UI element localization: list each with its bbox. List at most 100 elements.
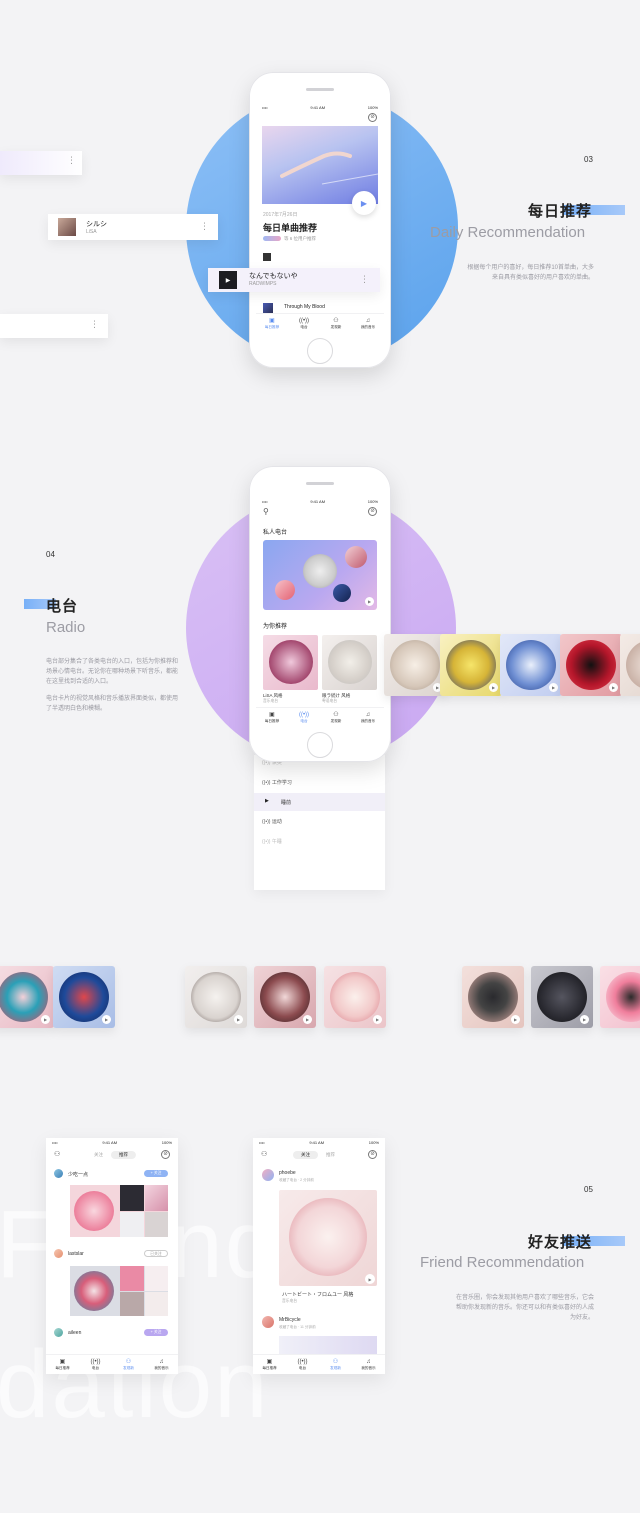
radio-tile[interactable]: ▶ (440, 634, 502, 696)
home-button[interactable] (307, 338, 333, 364)
radio-list-item[interactable]: ((•)) 午睡 (262, 838, 282, 845)
radio-card[interactable] (322, 635, 377, 690)
tab-my-music[interactable]: ♫ 我的音乐 (352, 314, 384, 333)
avatar[interactable] (262, 1316, 274, 1328)
play-button[interactable]: ▶ (609, 683, 618, 692)
play-button[interactable]: ▶ (303, 1015, 312, 1024)
radio-tile[interactable]: ▶ (53, 966, 115, 1028)
tab-label: 每日推荐 (55, 1365, 70, 1370)
tab-label: 电台 (91, 1365, 100, 1370)
tab-radio[interactable]: ((•)) 电台 (288, 314, 320, 333)
segment-recommend[interactable]: 推荐 (111, 1151, 136, 1159)
radio-card[interactable] (263, 635, 318, 690)
tab-radio[interactable]: ((•)) 电台 (79, 1355, 112, 1374)
album-cover (120, 1212, 144, 1237)
radio-list-label: 工作学习 (271, 780, 292, 786)
play-button[interactable]: ▶ (102, 1015, 111, 1024)
follow-button[interactable]: + 关注 (144, 1170, 168, 1177)
segment-control: 关注 推荐 (86, 1151, 136, 1159)
radio-tile[interactable] (620, 634, 640, 696)
tab-discover[interactable]: ⚇ 发现新 (320, 708, 352, 727)
tab-my-music[interactable]: ♫ 我的音乐 (145, 1355, 178, 1374)
battery-level: 100% (161, 1139, 172, 1145)
avatar[interactable] (262, 1169, 274, 1181)
following-button[interactable]: 已关注 (144, 1250, 168, 1257)
segment-follow[interactable]: 关注 (86, 1151, 111, 1159)
album-grid[interactable] (70, 1185, 168, 1237)
add-friend-icon[interactable]: ⚇ (261, 1150, 267, 1158)
play-button[interactable]: ▶ (234, 1015, 243, 1024)
status-bar: •••• 9:41 AM 100% (253, 1138, 385, 1146)
album-grid[interactable] (70, 1266, 168, 1316)
radio-tile[interactable]: ▶ (384, 634, 446, 696)
play-button[interactable]: ▶ (489, 683, 498, 692)
radio-tile[interactable]: ▶ (254, 966, 316, 1028)
play-button[interactable]: ▶ (580, 1015, 589, 1024)
home-button[interactable] (307, 732, 333, 758)
play-button[interactable]: ▶ (373, 1015, 382, 1024)
radio-tile[interactable]: ▶ (560, 634, 622, 696)
radio-tile[interactable]: ▶ (462, 966, 524, 1028)
avatar[interactable] (54, 1249, 63, 1258)
more-icon[interactable]: ⋮ (67, 156, 76, 165)
play-button[interactable]: ▶ (41, 1015, 50, 1024)
tab-discover[interactable]: ⚇ 发现新 (319, 1355, 352, 1374)
tab-daily[interactable]: ▣ 每日推荐 (256, 314, 288, 333)
tab-daily[interactable]: ▣ 每日推荐 (46, 1355, 79, 1374)
tab-daily[interactable]: ▣ 每日推荐 (253, 1355, 286, 1374)
album-cover (263, 253, 271, 261)
radio-list-item[interactable]: ((•)) 工作学习 (262, 779, 292, 786)
follow-button[interactable]: + 关注 (144, 1329, 168, 1336)
compass-icon[interactable]: ⊘ (161, 1150, 170, 1159)
play-button[interactable]: ▶ (365, 597, 374, 606)
compass-icon[interactable]: ⊘ (368, 507, 377, 516)
status-time: 9:41 AM (102, 1139, 118, 1145)
radio-tile[interactable]: ▶ (324, 966, 386, 1028)
tab-radio[interactable]: ((•)) 电台 (288, 708, 320, 727)
search-icon[interactable]: ⚲ (263, 507, 269, 516)
radio-tile[interactable]: ▶ (0, 966, 54, 1028)
floating-track-card[interactable]: シルシ LiSA ⋮ (48, 214, 218, 240)
album-cover (263, 303, 273, 313)
album-cover (145, 1212, 168, 1237)
floating-track-card-playing[interactable]: ▶ なんでもないや RADWIMPS ⋮ (208, 268, 380, 292)
more-icon[interactable]: ⋮ (90, 320, 99, 329)
compass-icon[interactable]: ⊘ (368, 113, 377, 122)
tab-my-music[interactable]: ♫ 我的音乐 (352, 1355, 385, 1374)
tab-my-music[interactable]: ♫ 我的音乐 (352, 708, 384, 727)
avatar[interactable] (54, 1328, 63, 1337)
tab-discover[interactable]: ⚇ 发现新 (320, 314, 352, 333)
tab-daily[interactable]: ▣ 每日推荐 (256, 708, 288, 727)
radio-list-item[interactable]: ((•)) 运动 (262, 818, 282, 825)
segment-recommend[interactable]: 推荐 (318, 1151, 343, 1159)
private-fm-banner[interactable]: ▶ (263, 540, 377, 610)
avatar[interactable] (54, 1169, 63, 1178)
daily-date: 2017年7月26日 (263, 212, 298, 218)
radio-tile[interactable]: ▶ (531, 966, 593, 1028)
status-bar: •••• 9:41 AM 100% (46, 1138, 178, 1146)
music-note-icon: ♫ (365, 317, 371, 324)
more-icon[interactable]: ⋮ (360, 275, 369, 284)
add-friend-icon[interactable]: ⚇ (54, 1150, 60, 1158)
radio-icon: ((•)) (262, 780, 272, 786)
play-icon[interactable]: ▶ (219, 271, 237, 289)
radio-card-sub: 粤语电台 (322, 699, 338, 703)
tab-radio[interactable]: ((•)) 电台 (286, 1355, 319, 1374)
section-number: 04 (46, 550, 55, 559)
segment-follow[interactable]: 关注 (293, 1151, 318, 1159)
radio-tile[interactable]: ▶ (500, 634, 562, 696)
tab-discover[interactable]: ⚇ 发现新 (112, 1355, 145, 1374)
radio-card[interactable] (279, 1336, 377, 1356)
more-icon[interactable]: ⋮ (200, 222, 209, 231)
play-button[interactable]: ▶ (511, 1015, 520, 1024)
radio-tile[interactable] (600, 966, 640, 1028)
radio-card[interactable]: ▶ (279, 1190, 377, 1286)
play-button[interactable]: ▶ (549, 683, 558, 692)
play-button[interactable]: ▶ (352, 191, 376, 215)
radio-tile[interactable]: ▶ (185, 966, 247, 1028)
album-disc (303, 554, 337, 588)
compass-icon[interactable]: ⊘ (368, 1150, 377, 1159)
radio-list-item-active[interactable]: ▶ 睡前 (254, 793, 385, 811)
tab-label: 每日推荐 (264, 324, 280, 329)
play-button[interactable]: ▶ (365, 1274, 375, 1284)
